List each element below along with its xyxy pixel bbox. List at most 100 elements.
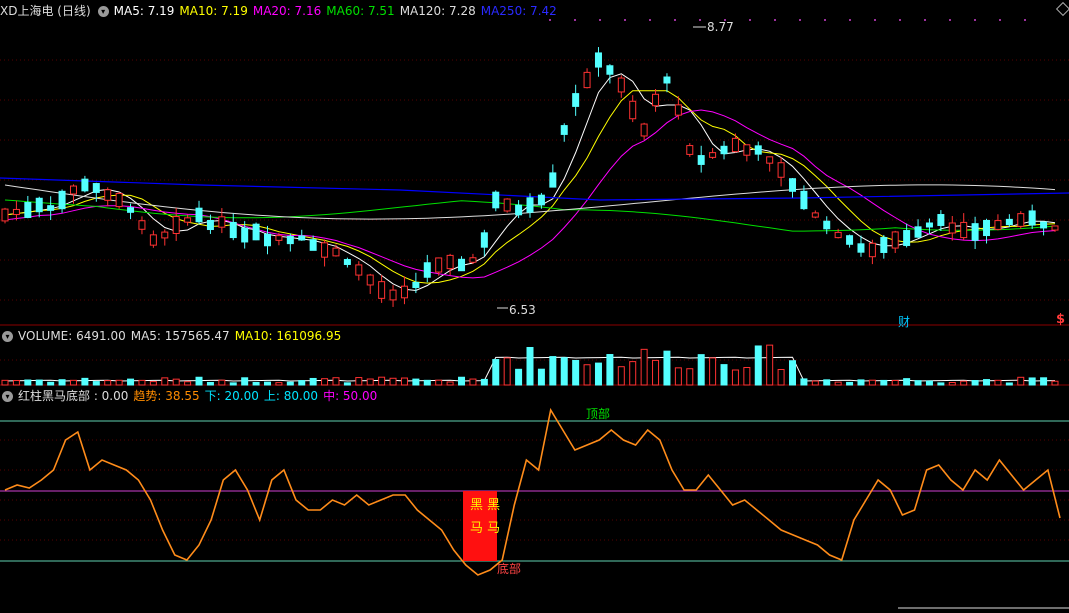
top-marker-dot bbox=[899, 19, 901, 21]
candle-body bbox=[629, 100, 637, 120]
volume-bar bbox=[252, 382, 260, 386]
volume-bar bbox=[286, 381, 294, 386]
candle-body bbox=[720, 145, 728, 155]
candle-body bbox=[503, 198, 511, 212]
volume-bar bbox=[172, 378, 180, 386]
volume-bar bbox=[149, 381, 157, 386]
candle-body bbox=[47, 205, 55, 211]
candle-body bbox=[857, 243, 865, 253]
volume-bar bbox=[1028, 377, 1036, 386]
candle-body bbox=[400, 285, 408, 299]
black-horse-text-1: 黑 黑 bbox=[470, 498, 501, 513]
volume-bar bbox=[777, 369, 785, 386]
ma10-line bbox=[4, 90, 1056, 284]
volume-bar bbox=[298, 380, 306, 386]
volume-bar bbox=[412, 378, 420, 386]
volume-bar bbox=[24, 379, 32, 386]
volume-bar bbox=[903, 378, 911, 386]
candle-body bbox=[606, 65, 614, 75]
volume-bar bbox=[195, 376, 203, 386]
candle-body bbox=[925, 222, 933, 228]
candle-body bbox=[492, 191, 500, 209]
candle-body bbox=[948, 222, 956, 234]
volume-bar bbox=[549, 356, 557, 386]
candle-body bbox=[823, 220, 831, 230]
volume-bar bbox=[823, 379, 831, 386]
candle-body bbox=[378, 281, 386, 299]
finance-badge[interactable]: 财 bbox=[898, 313, 910, 330]
volume-bar bbox=[435, 379, 443, 386]
candle-body bbox=[674, 104, 682, 116]
volume-bar bbox=[1005, 382, 1013, 386]
top-marker-dot bbox=[599, 19, 601, 21]
volume-bar bbox=[891, 379, 899, 386]
candle-body bbox=[172, 216, 180, 234]
volume-bar bbox=[355, 377, 363, 386]
candle-body bbox=[1028, 210, 1036, 226]
black-horse-text-2: 马 马 bbox=[470, 521, 501, 536]
volume-bar bbox=[537, 368, 545, 386]
candle-body bbox=[834, 231, 842, 239]
volume-bar bbox=[766, 344, 774, 386]
volume-bar bbox=[389, 377, 397, 386]
candle-body bbox=[366, 274, 374, 286]
candle-body bbox=[846, 235, 854, 245]
candle-body bbox=[960, 221, 968, 239]
volume-bar bbox=[846, 381, 854, 386]
volume-bar bbox=[309, 377, 317, 386]
volume-bar bbox=[526, 346, 534, 386]
top-marker-dot bbox=[924, 19, 926, 21]
volume-bar bbox=[469, 378, 477, 386]
candle-body bbox=[184, 217, 192, 223]
top-marker-dot bbox=[949, 19, 951, 21]
candlesticks[interactable] bbox=[1, 26, 1059, 309]
volume-bar bbox=[731, 369, 739, 386]
candle-body bbox=[583, 71, 591, 89]
candle-body bbox=[754, 145, 762, 155]
top-marker-dot bbox=[1024, 19, 1026, 21]
volume-bar bbox=[515, 368, 523, 386]
candle-body bbox=[446, 254, 454, 270]
volume-bar bbox=[594, 362, 602, 386]
candle-body bbox=[594, 52, 602, 68]
candle-body bbox=[560, 125, 568, 135]
volume-bar bbox=[264, 381, 271, 386]
candle-body bbox=[149, 234, 157, 246]
candle-body bbox=[652, 93, 660, 107]
high-price-label: 8.77 bbox=[707, 20, 734, 34]
volume-bar bbox=[743, 367, 751, 386]
volume-bar bbox=[880, 379, 888, 386]
candle-body bbox=[355, 264, 363, 276]
top-marker-dot bbox=[799, 19, 801, 21]
volume-bar bbox=[754, 345, 762, 386]
volume-bar bbox=[69, 379, 77, 386]
candle-body bbox=[264, 233, 271, 247]
candle-body bbox=[24, 202, 32, 218]
candle-body bbox=[435, 257, 443, 273]
low-price-label: 6.53 bbox=[509, 303, 536, 317]
candle-body bbox=[891, 231, 899, 249]
volume-bar bbox=[629, 361, 637, 386]
volume-bar bbox=[983, 379, 991, 386]
volume-bar bbox=[503, 357, 511, 386]
volume-bar bbox=[115, 379, 123, 386]
candle-body bbox=[480, 232, 488, 248]
top-marker-dot bbox=[999, 19, 1001, 21]
volume-bar bbox=[400, 377, 408, 386]
candle-body bbox=[309, 239, 317, 251]
candle-body bbox=[81, 178, 89, 192]
volume-bar bbox=[914, 380, 922, 386]
candle-body bbox=[1, 208, 9, 222]
volume-bars[interactable] bbox=[1, 344, 1059, 386]
volume-bar bbox=[47, 381, 55, 386]
candle-body bbox=[104, 189, 112, 201]
volume-bar bbox=[948, 381, 956, 386]
candle-body bbox=[743, 144, 751, 156]
top-marker-dot bbox=[824, 19, 826, 21]
candle-body bbox=[697, 155, 705, 165]
volume-bar bbox=[937, 382, 945, 386]
candle-body bbox=[58, 190, 66, 210]
top-marker-dot bbox=[849, 19, 851, 21]
candle-body bbox=[229, 221, 237, 239]
dollar-badge[interactable]: $ bbox=[1056, 312, 1065, 327]
